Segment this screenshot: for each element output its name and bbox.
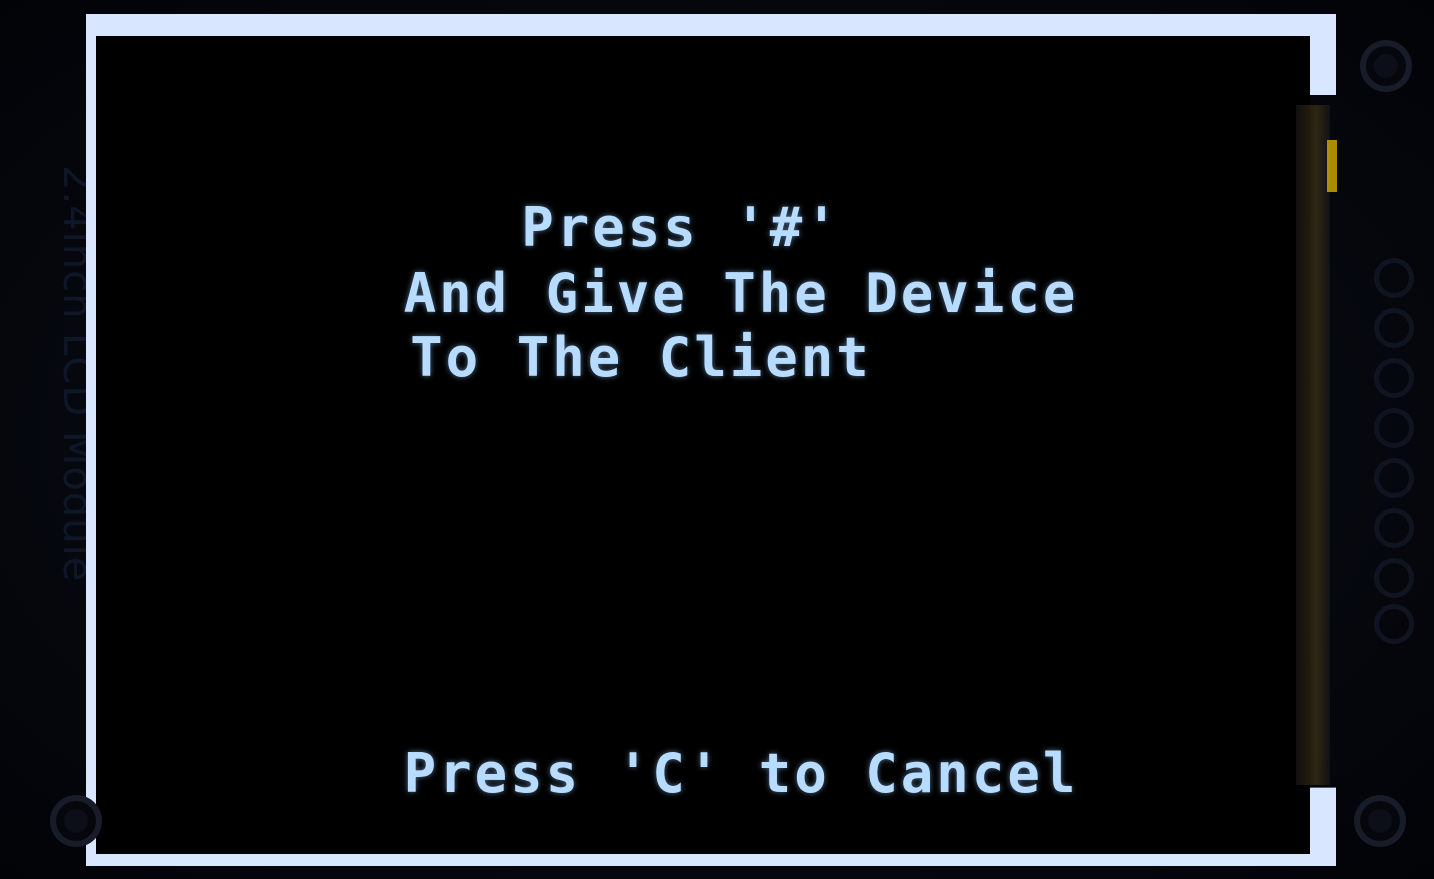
cancel-hint: Press 'C' to Cancel	[403, 742, 1079, 805]
header-pin	[1374, 358, 1414, 398]
mounting-hole-bottom-left	[50, 795, 102, 847]
header-pin	[1374, 604, 1414, 644]
solder-mark	[1327, 140, 1337, 192]
lcd-screen	[96, 36, 1310, 854]
header-pin	[1374, 558, 1414, 598]
instruction-line-3: To The Client	[410, 326, 872, 389]
lcd-module: 2.4inch LCD Module Press '#' And Give Th…	[0, 0, 1434, 879]
flex-cable-edge	[1296, 105, 1330, 785]
instruction-line-2: And Give The Device	[403, 262, 1079, 325]
header-pin	[1374, 408, 1414, 448]
instruction-line-1: Press '#'	[521, 196, 841, 259]
header-pin	[1374, 508, 1414, 548]
mounting-hole-top-right	[1360, 40, 1412, 92]
header-pin	[1374, 458, 1414, 498]
